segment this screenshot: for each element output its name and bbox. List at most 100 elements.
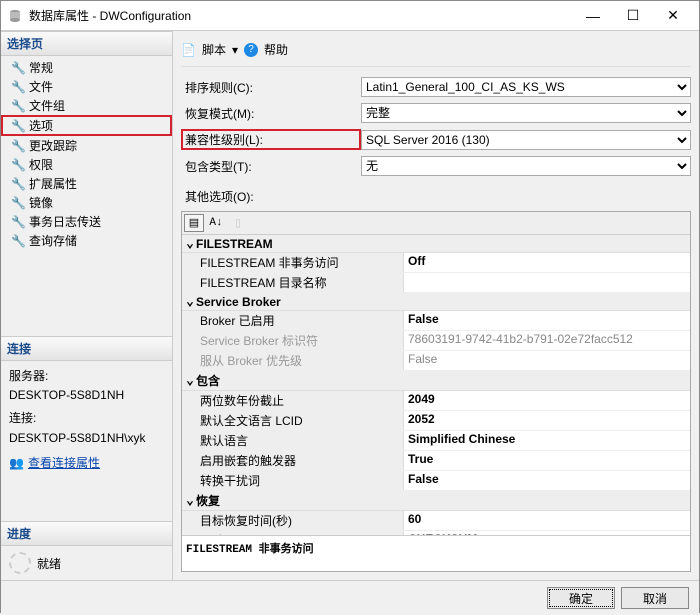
sidebar-item-9[interactable]: 🔧查询存储 (1, 231, 172, 250)
close-button[interactable]: ✕ (653, 2, 693, 30)
collapse-icon[interactable]: ⌄ (184, 493, 196, 508)
sidebar-item-label: 事务日志传送 (29, 213, 101, 230)
connection-label: 连接: (9, 409, 164, 428)
contain-label: 包含类型(T): (181, 158, 361, 175)
propgrid-category[interactable]: ⌄包含 (182, 371, 690, 391)
script-button[interactable]: 脚本 (202, 41, 226, 58)
help-button[interactable]: 帮助 (264, 41, 288, 58)
sidebar-item-2[interactable]: 🔧文件组 (1, 96, 172, 115)
spinner-icon (9, 552, 31, 574)
prop-value[interactable]: 2049 (404, 391, 690, 410)
collapse-icon[interactable]: ⌄ (184, 294, 196, 309)
dropdown-icon[interactable]: ▾ (232, 43, 238, 57)
propgrid-category[interactable]: ⌄FILESTREAM (182, 235, 690, 253)
ok-button[interactable]: 确定 (547, 587, 615, 609)
prop-name: Service Broker 标识符 (182, 331, 404, 350)
prop-value[interactable] (404, 273, 690, 292)
recovery-select[interactable]: 完整 (361, 103, 691, 123)
category-label: FILESTREAM (196, 237, 273, 251)
contain-select[interactable]: 无 (361, 156, 691, 176)
sidebar-item-3[interactable]: 🔧 选项 (1, 115, 172, 136)
prop-value[interactable]: 78603191-9742-41b2-b791-02e72facc512 (404, 331, 690, 350)
sidebar-item-label: 查询存储 (29, 232, 77, 249)
progress-header: 进度 (1, 521, 172, 546)
select-page-header: 选择页 (1, 31, 172, 56)
prop-value[interactable]: True (404, 451, 690, 470)
footer: 确定 取消 (1, 580, 699, 615)
sidebar-item-label: 选项 (29, 117, 53, 134)
propgrid-row[interactable]: 两位数年份截止2049 (182, 391, 690, 411)
prop-name: 启用嵌套的触发器 (182, 451, 404, 470)
titlebar: 数据库属性 - DWConfiguration — ☐ ✕ (1, 1, 699, 31)
cancel-button[interactable]: 取消 (621, 587, 689, 609)
prop-value[interactable]: False (404, 351, 690, 370)
prop-name: 两位数年份截止 (182, 391, 404, 410)
prop-value[interactable]: False (404, 311, 690, 330)
alphabetical-button[interactable]: A↓ (206, 214, 226, 232)
sidebar-item-label: 权限 (29, 156, 53, 173)
propgrid-help: FILESTREAM 非事务访问 (182, 535, 690, 571)
progress-box: 就绪 (1, 546, 172, 580)
wrench-icon: 🔧 (11, 177, 25, 191)
sidebar-item-1[interactable]: 🔧 文件 (1, 77, 172, 96)
prop-name: 默认全文语言 LCID (182, 411, 404, 430)
prop-value[interactable]: False (404, 471, 690, 490)
prop-name: 服从 Broker 优先级 (182, 351, 404, 370)
divider-icon: ▯ (228, 214, 248, 232)
collation-select[interactable]: Latin1_General_100_CI_AS_KS_WS (361, 77, 691, 97)
prop-name: FILESTREAM 目录名称 (182, 273, 404, 292)
propgrid-row[interactable]: 目标恢复时间(秒)60 (182, 511, 690, 531)
sidebar-item-8[interactable]: 🔧 事务日志传送 (1, 212, 172, 231)
prop-value[interactable]: Off (404, 253, 690, 272)
server-label: 服务器: (9, 367, 164, 386)
propgrid-row[interactable]: FILESTREAM 目录名称 (182, 273, 690, 293)
prop-value[interactable]: 60 (404, 511, 690, 530)
prop-name: 转换干扰词 (182, 471, 404, 490)
sidebar-item-5[interactable]: 🔧权限 (1, 155, 172, 174)
wrench-icon: 🔧 (11, 215, 25, 229)
compat-select[interactable]: SQL Server 2016 (130) (361, 130, 691, 150)
connection-header: 连接 (1, 336, 172, 361)
sidebar-item-4[interactable]: 🔧更改跟踪 (1, 136, 172, 155)
view-connection-link[interactable]: 查看连接属性 (28, 454, 100, 473)
right-panel: 📄 脚本 ▾ ? 帮助 排序规则(C): Latin1_General_100_… (173, 31, 699, 580)
sidebar-item-label: 文件 (29, 78, 53, 95)
prop-value[interactable]: Simplified Chinese (404, 431, 690, 450)
collapse-icon[interactable]: ⌄ (184, 236, 196, 251)
propgrid-body[interactable]: ⌄FILESTREAMFILESTREAM 非事务访问OffFILESTREAM… (182, 235, 690, 535)
connection-value: DESKTOP-5S8D1NH\xyk (9, 429, 164, 448)
prop-name: 目标恢复时间(秒) (182, 511, 404, 530)
propgrid-row[interactable]: 转换干扰词False (182, 471, 690, 491)
app-icon (7, 8, 23, 24)
maximize-button[interactable]: ☐ (613, 2, 653, 30)
sidebar-item-7[interactable]: 🔧镜像 (1, 193, 172, 212)
wrench-icon: 🔧 (11, 99, 25, 113)
collapse-icon[interactable]: ⌄ (184, 373, 196, 388)
toolbar: 📄 脚本 ▾ ? 帮助 (181, 39, 691, 67)
prop-value[interactable]: 2052 (404, 411, 690, 430)
propgrid-category[interactable]: ⌄恢复 (182, 491, 690, 511)
propgrid-row[interactable]: 服从 Broker 优先级False (182, 351, 690, 371)
wrench-icon: 🔧 (11, 119, 25, 133)
minimize-button[interactable]: — (573, 2, 613, 30)
propgrid-row[interactable]: 默认语言Simplified Chinese (182, 431, 690, 451)
categorized-button[interactable]: ▤ (184, 214, 204, 232)
script-icon: 📄 (181, 43, 196, 57)
collation-label: 排序规则(C): (181, 79, 361, 96)
ready-label: 就绪 (37, 555, 61, 572)
left-panel: 选择页 🔧常规🔧文件🔧文件组🔧选项🔧更改跟踪🔧权限🔧扩展属性🔧镜像🔧事务日志传送… (1, 31, 173, 580)
sidebar-item-6[interactable]: 🔧 扩展属性 (1, 174, 172, 193)
page-tree: 🔧常规🔧文件🔧文件组🔧选项🔧更改跟踪🔧权限🔧扩展属性🔧镜像🔧事务日志传送🔧查询存… (1, 56, 172, 252)
prop-name: 默认语言 (182, 431, 404, 450)
propgrid-category[interactable]: ⌄Service Broker (182, 293, 690, 311)
wrench-icon: 🔧 (11, 61, 25, 75)
propgrid-row[interactable]: 启用嵌套的触发器True (182, 451, 690, 471)
propgrid-row[interactable]: Broker 已启用False (182, 311, 690, 331)
propgrid-row[interactable]: 默认全文语言 LCID2052 (182, 411, 690, 431)
propgrid-row[interactable]: FILESTREAM 非事务访问Off (182, 253, 690, 273)
sidebar-item-label: 扩展属性 (29, 175, 77, 192)
wrench-icon: 🔧 (11, 80, 25, 94)
propgrid-row[interactable]: Service Broker 标识符78603191-9742-41b2-b79… (182, 331, 690, 351)
sidebar-item-0[interactable]: 🔧常规 (1, 58, 172, 77)
window-title: 数据库属性 - DWConfiguration (29, 7, 573, 24)
